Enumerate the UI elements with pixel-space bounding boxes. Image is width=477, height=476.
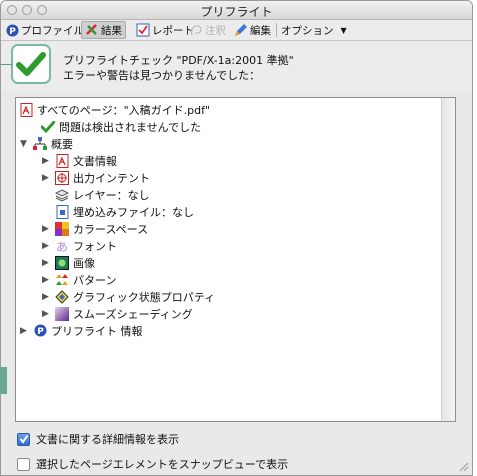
toolbar-divider bbox=[276, 23, 277, 37]
tree-item-layers[interactable]: レイヤー：なし bbox=[55, 186, 150, 203]
vertical-scrollbar[interactable] bbox=[441, 98, 455, 421]
comment-label: 注釈 bbox=[205, 24, 226, 37]
tree-item-document-info[interactable]: ▶ 文書情報 bbox=[42, 152, 117, 169]
show-details-option[interactable]: 文書に関する詳細情報を表示 bbox=[17, 431, 179, 447]
profile-button[interactable]: P プロファイル bbox=[5, 22, 84, 38]
preflight-window: プリフライト P プロファイル 結果 レポート 注釈 編集 オプション ▼ プリ… bbox=[0, 0, 473, 476]
snap-view-checkbox[interactable] bbox=[17, 457, 30, 471]
tree-label: スムーズシェーディング bbox=[73, 307, 193, 321]
report-button[interactable]: レポート bbox=[136, 22, 194, 38]
collapsed-triangle-icon[interactable]: ▶ bbox=[42, 292, 51, 302]
tree-item-overview[interactable]: ▼ 概要 bbox=[20, 135, 73, 152]
tree-label: プリフライト 情報 bbox=[51, 324, 143, 338]
results-icon bbox=[85, 23, 99, 37]
tree-item-patterns[interactable]: ▶ パターン bbox=[42, 271, 116, 288]
color-spaces-icon bbox=[55, 221, 69, 236]
collapsed-triangle-icon[interactable]: ▶ bbox=[42, 224, 51, 234]
toolbar: P プロファイル 結果 レポート 注釈 編集 オプション ▼ bbox=[1, 20, 472, 41]
window-title: プリフライト bbox=[200, 5, 273, 19]
show-details-label: 文書に関する詳細情報を表示 bbox=[36, 433, 179, 446]
results-label: 結果 bbox=[101, 24, 122, 37]
collapsed-triangle-icon[interactable]: ▶ bbox=[42, 258, 51, 268]
side-marker bbox=[0, 367, 7, 394]
show-details-checkbox[interactable] bbox=[17, 432, 30, 446]
tree-item-color-spaces[interactable]: ▶ カラースペース bbox=[42, 220, 148, 237]
tree-item-graphic-state[interactable]: ▶ グラフィック状態プロパティ bbox=[42, 288, 215, 305]
profile-label: プロファイル bbox=[21, 24, 84, 37]
edit-label: 編集 bbox=[250, 24, 271, 37]
comment-icon bbox=[189, 23, 203, 37]
embedded-file-icon bbox=[55, 204, 69, 219]
collapsed-triangle-icon[interactable]: ▶ bbox=[42, 309, 51, 319]
tree-label: 埋め込みファイル：なし bbox=[73, 205, 194, 219]
dropdown-arrow-icon: ▼ bbox=[340, 25, 347, 35]
edit-button[interactable]: 編集 bbox=[234, 22, 271, 38]
pdf-document-icon bbox=[55, 153, 69, 168]
tree-item-smooth-shading[interactable]: ▶ スムーズシェーディング bbox=[42, 305, 193, 322]
tree-label: 出力インテント bbox=[73, 171, 150, 185]
preflight-p-icon: P bbox=[33, 324, 47, 338]
status-line-2: エラーや警告は見つかりませんでした： bbox=[63, 69, 261, 82]
edit-icon bbox=[234, 23, 248, 37]
tree-label: すべてのページ："入稿ガイド.pdf" bbox=[37, 103, 211, 117]
status-line-1: プリフライトチェック "PDF/X-1a:2001 準拠" bbox=[63, 54, 294, 67]
report-icon bbox=[136, 23, 150, 37]
tree-label: グラフィック状態プロパティ bbox=[73, 290, 216, 304]
tree-label: 問題は検出されませんでした bbox=[59, 120, 202, 134]
patterns-icon bbox=[55, 273, 69, 287]
images-icon bbox=[55, 255, 69, 270]
title-bar: プリフライト bbox=[1, 1, 472, 20]
svg-text:あ: あ bbox=[56, 240, 68, 253]
collapsed-triangle-icon[interactable]: ▶ bbox=[42, 241, 51, 251]
preflight-p-icon: P bbox=[5, 23, 19, 37]
tree-item-preflight-info[interactable]: ▶ P プリフライト 情報 bbox=[20, 322, 143, 339]
green-check-icon bbox=[41, 120, 55, 134]
resize-grip-icon[interactable] bbox=[458, 461, 469, 472]
report-label: レポート bbox=[152, 24, 194, 37]
callout-line bbox=[0, 64, 12, 65]
expanded-triangle-icon[interactable]: ▼ bbox=[20, 139, 29, 149]
collapsed-triangle-icon[interactable]: ▶ bbox=[42, 173, 51, 183]
tree-item-all-pages[interactable]: すべてのページ："入稿ガイド.pdf" bbox=[19, 101, 210, 118]
pdf-document-icon bbox=[19, 102, 33, 117]
overview-icon bbox=[33, 136, 47, 151]
layers-icon bbox=[55, 188, 69, 202]
tree-item-output-intent[interactable]: ▶ 出力インテント bbox=[42, 169, 150, 186]
collapsed-triangle-icon[interactable]: ▶ bbox=[20, 326, 29, 336]
snap-view-option[interactable]: 選択したページエレメントをスナップビューで表示 bbox=[17, 456, 288, 472]
tree-label: 文書情報 bbox=[73, 154, 117, 168]
options-menu[interactable]: オプション ▼ bbox=[281, 22, 347, 38]
fonts-icon: あ bbox=[55, 239, 69, 253]
results-tree[interactable]: すべてのページ："入稿ガイド.pdf" 問題は検出されませんでした ▼ 概要 ▶… bbox=[15, 97, 456, 422]
comment-button[interactable]: 注釈 bbox=[189, 22, 226, 38]
tree-label: 概要 bbox=[51, 137, 73, 151]
smooth-shading-icon bbox=[55, 306, 69, 321]
tree-label: パターン bbox=[73, 273, 117, 287]
output-intent-icon bbox=[55, 170, 69, 185]
tree-label: 画像 bbox=[73, 256, 95, 270]
svg-text:P: P bbox=[9, 27, 16, 37]
collapsed-triangle-icon[interactable]: ▶ bbox=[42, 156, 51, 166]
options-label: オプション bbox=[281, 24, 334, 37]
collapsed-triangle-icon[interactable]: ▶ bbox=[42, 275, 51, 285]
results-button[interactable]: 結果 bbox=[81, 21, 126, 39]
tree-item-fonts[interactable]: ▶ あ フォント bbox=[42, 237, 117, 254]
tree-item-embedded-files[interactable]: 埋め込みファイル：なし bbox=[55, 203, 194, 220]
tree-label: カラースペース bbox=[73, 222, 149, 236]
graphic-state-icon bbox=[55, 289, 69, 304]
tree-label: フォント bbox=[73, 239, 117, 253]
tree-item-no-problems[interactable]: 問題は検出されませんでした bbox=[41, 118, 201, 135]
svg-text:P: P bbox=[37, 327, 44, 337]
success-check-icon bbox=[11, 44, 51, 84]
tree-label: レイヤー：なし bbox=[73, 188, 150, 202]
snap-view-label: 選択したページエレメントをスナップビューで表示 bbox=[36, 458, 289, 471]
tree-item-images[interactable]: ▶ 画像 bbox=[42, 254, 95, 271]
